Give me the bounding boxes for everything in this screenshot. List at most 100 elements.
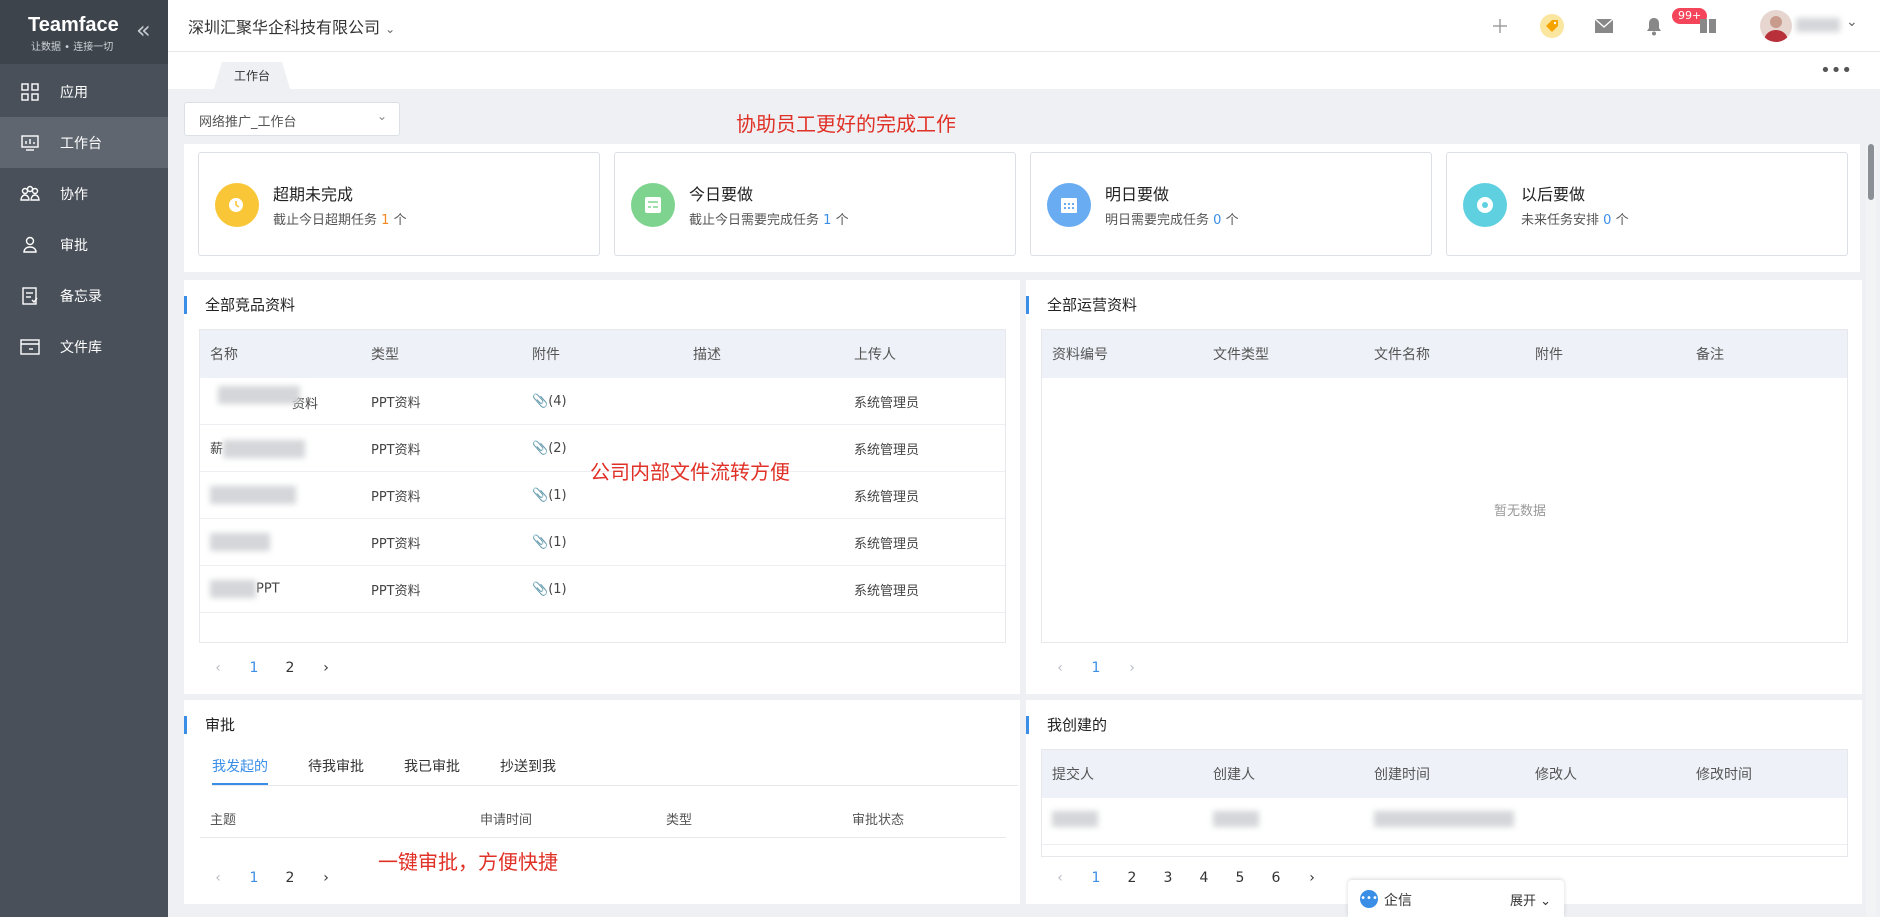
cell-attachment[interactable]: 📎(4) — [522, 394, 683, 409]
next-page-icon[interactable]: › — [1114, 660, 1150, 676]
page-5[interactable]: 5 — [1222, 870, 1258, 886]
bell-icon[interactable] — [1642, 14, 1666, 38]
prev-page-icon[interactable]: ‹ — [1042, 870, 1078, 886]
cell-name: 资料 — [200, 386, 361, 412]
paperclip-icon: 📎 — [532, 534, 549, 550]
table-row[interactable]: PPT资料 📎(1) 系统管理员 — [200, 519, 1005, 566]
column-header: 审批状态 — [852, 813, 905, 828]
annotation-bottom: 一键审批，方便快捷 — [378, 850, 558, 874]
stat-title: 以后要做 — [1521, 185, 1586, 204]
annotation-top: 协助员工更好的完成工作 — [736, 112, 956, 136]
sidebar-item-approval[interactable]: 审批 — [0, 219, 168, 270]
sidebar-item-collaboration[interactable]: 协作 — [0, 168, 168, 219]
page-1[interactable]: 1 — [1078, 870, 1114, 886]
stat-card-later[interactable]: 以后要做 未来任务安排 0 个 — [1446, 152, 1848, 256]
avatar[interactable] — [1760, 10, 1792, 42]
table-row[interactable]: PPT PPT资料 📎(1) 系统管理员 — [200, 566, 1005, 613]
logo: Teamface 让数据 • 连接一切 « — [0, 0, 168, 64]
sidebar-item-label: 审批 — [60, 237, 88, 254]
memo-icon — [20, 286, 40, 306]
table-header: 资料编号 文件类型 文件名称 附件 备注 — [1042, 330, 1847, 378]
next-page-icon[interactable]: › — [308, 660, 344, 676]
sidebar-item-memo[interactable]: 备忘录 — [0, 270, 168, 321]
column-header: 类型 — [371, 347, 399, 363]
page-4[interactable]: 4 — [1186, 870, 1222, 886]
stat-card-tomorrow[interactable]: 明日要做 明日需要完成任务 0 个 — [1030, 152, 1432, 256]
prev-page-icon[interactable]: ‹ — [200, 870, 236, 886]
panel-title: 我创建的 — [1026, 716, 1107, 734]
sidebar-item-dashboard[interactable]: 工作台 — [0, 117, 168, 168]
next-page-icon[interactable]: › — [308, 870, 344, 886]
tab-pending[interactable]: 待我审批 — [308, 748, 364, 785]
scrollbar-track[interactable] — [1866, 144, 1876, 917]
prev-page-icon[interactable]: ‹ — [200, 660, 236, 676]
annotation-middle: 公司内部文件流转方便 — [590, 460, 790, 484]
qixin-chat-bar[interactable]: ••• 企信 展开 ⌄ — [1348, 880, 1564, 917]
stat-title: 明日要做 — [1105, 185, 1170, 204]
paperclip-icon: 📎 — [532, 487, 549, 503]
column-header: 提交人 — [1052, 767, 1094, 783]
tab-cc[interactable]: 抄送到我 — [500, 748, 556, 785]
tab-workspace[interactable]: 工作台 — [214, 62, 290, 89]
page-2[interactable]: 2 — [272, 660, 308, 676]
table-row[interactable]: 资料 PPT资料 📎(4) 系统管理员 — [200, 378, 1005, 425]
chat-icon: ••• — [1360, 890, 1378, 908]
column-header: 备注 — [1696, 347, 1724, 363]
collapse-sidebar-icon[interactable]: « — [136, 18, 151, 42]
column-header: 文件类型 — [1213, 347, 1269, 363]
cell-attachment[interactable]: 📎(1) — [522, 535, 683, 550]
plus-icon[interactable] — [1488, 14, 1512, 38]
tag-icon[interactable] — [1540, 14, 1564, 38]
page-1[interactable]: 1 — [236, 660, 272, 676]
cell-attachment[interactable]: 📎(1) — [522, 488, 683, 503]
column-header: 创建时间 — [1374, 767, 1430, 783]
approval-table-header: 主题 申请时间 类型 审批状态 — [200, 800, 1006, 838]
book-icon[interactable] — [1696, 14, 1720, 38]
panel-title: 审批 — [184, 716, 235, 734]
chevron-down-icon[interactable]: ⌄ — [1846, 14, 1858, 30]
stat-count: 0 — [1213, 213, 1222, 228]
stat-card-today[interactable]: 今日要做 截止今日需要完成任务 1 个 — [614, 152, 1016, 256]
paperclip-icon: 📎 — [532, 440, 549, 456]
chevron-down-icon: ⌄ — [376, 109, 387, 123]
cell-type: PPT资料 — [371, 442, 421, 458]
top-bar: 深圳汇聚华企科技有限公司 ⌄ 99+ ⌄ — [168, 0, 1880, 52]
chevron-down-icon: ⌄ — [385, 22, 396, 36]
page-6[interactable]: 6 — [1258, 870, 1294, 886]
workspace-select-value: 网络推广_工作台 — [199, 115, 297, 130]
sidebar-item-files[interactable]: 文件库 — [0, 321, 168, 372]
logo-slogan: 让数据 • 连接一切 — [31, 42, 114, 53]
stat-card-overdue[interactable]: 超期未完成 截止今日超期任务 1 个 — [198, 152, 600, 256]
mail-icon[interactable] — [1592, 14, 1616, 38]
stat-count: 1 — [823, 213, 832, 228]
prev-page-icon[interactable]: ‹ — [1042, 660, 1078, 676]
cell-uploader: 系统管理员 — [854, 489, 920, 505]
page-1[interactable]: 1 — [1078, 660, 1114, 676]
tab-bar: 工作台 ••• — [168, 52, 1880, 89]
cell-name — [200, 486, 361, 504]
page-1[interactable]: 1 — [236, 870, 272, 886]
page-2[interactable]: 2 — [272, 870, 308, 886]
task-stats: 超期未完成 截止今日超期任务 1 个 今日要做 截止今日需要完成任务 1 个 明… — [184, 144, 1860, 272]
page-3[interactable]: 3 — [1150, 870, 1186, 886]
more-icon[interactable]: ••• — [1820, 60, 1852, 81]
table-row[interactable] — [1042, 798, 1847, 845]
scrollbar-thumb[interactable] — [1868, 144, 1874, 200]
cell-attachment[interactable]: 📎(2) — [522, 441, 683, 456]
tab-initiated[interactable]: 我发起的 — [212, 748, 268, 785]
expand-button[interactable]: 展开 ⌄ — [1510, 890, 1551, 909]
competitor-docs-table: 名称 类型 附件 描述 上传人 资料 PPT资料 📎(4) 系统管理员 薪 PP… — [199, 329, 1006, 643]
column-header: 修改人 — [1535, 767, 1577, 783]
apps-icon — [20, 82, 40, 102]
cell-attachment[interactable]: 📎(1) — [522, 582, 683, 597]
collaboration-icon — [20, 184, 40, 204]
logo-name: Teamface — [28, 14, 119, 36]
workspace-select[interactable]: 网络推广_工作台 ⌄ — [184, 102, 400, 136]
user-name-blurred — [1796, 18, 1840, 32]
company-switcher[interactable]: 深圳汇聚华企科技有限公司 ⌄ — [188, 14, 395, 38]
tab-approved[interactable]: 我已审批 — [404, 748, 460, 785]
sidebar-item-apps[interactable]: 应用 — [0, 66, 168, 117]
page-2[interactable]: 2 — [1114, 870, 1150, 886]
cell-type: PPT资料 — [371, 395, 421, 411]
next-page-icon[interactable]: › — [1294, 870, 1330, 886]
